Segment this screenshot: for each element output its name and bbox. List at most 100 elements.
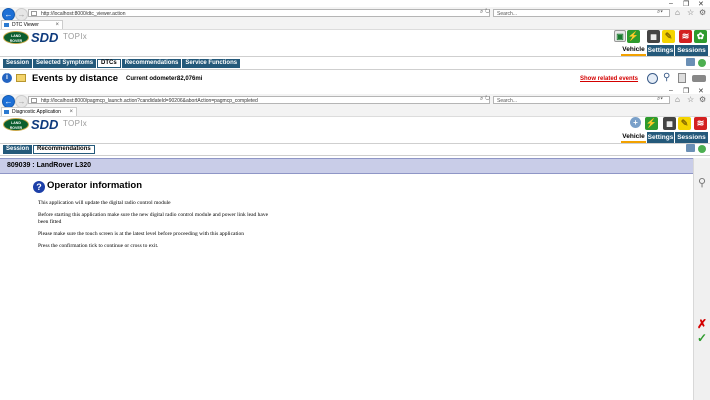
nav-selected-symptoms[interactable]: Selected Symptoms xyxy=(33,59,97,68)
operator-title: Operator information xyxy=(47,180,143,191)
land-rover-logo: LAND ROVER xyxy=(3,31,29,44)
tab-vehicle[interactable]: Vehicle xyxy=(621,45,646,56)
tab-sessions-2[interactable]: Sessions xyxy=(675,132,708,143)
minimize-button[interactable]: – xyxy=(669,0,673,7)
search-icon-2[interactable]: ⌕▾ xyxy=(657,96,663,103)
vehicle-header-band: 809039 : LandRover L320 xyxy=(0,158,693,174)
header-divider-2 xyxy=(0,143,710,144)
tab-title-2: Diagnostic Application xyxy=(12,109,61,115)
close-window-button-2[interactable]: ✕ xyxy=(698,87,704,95)
search-icon[interactable]: ⌕▾ xyxy=(657,9,663,16)
odometer-label: Current odometer: xyxy=(126,76,179,82)
maximize-button[interactable]: ❐ xyxy=(683,0,689,8)
cross-icon[interactable]: ✗ xyxy=(697,317,707,331)
tab-diagnostic-application[interactable]: Diagnostic Application × xyxy=(1,107,77,116)
sdd-logo: SDD xyxy=(31,30,59,45)
vehicle-connect-icon[interactable]: ⚡ xyxy=(627,30,640,43)
add-circle-icon[interactable]: + xyxy=(630,117,641,128)
nav-recommendations-2[interactable]: Recommendations xyxy=(33,145,95,154)
nav-session[interactable]: Session xyxy=(3,59,33,68)
vehicle-connect-icon-2[interactable]: ⚡ xyxy=(645,117,658,130)
tab-sessions[interactable]: Sessions xyxy=(675,45,708,56)
minimize-button-2[interactable]: – xyxy=(669,87,673,94)
tab-favicon-icon-2 xyxy=(4,110,9,114)
nav-divider xyxy=(0,69,710,70)
tab-settings[interactable]: Settings xyxy=(647,45,674,56)
help-ball-icon-2[interactable] xyxy=(698,145,706,153)
folder-icon[interactable] xyxy=(16,74,26,82)
toolbox-icon[interactable]: ▦ xyxy=(647,30,660,43)
vehicle-lift-icon[interactable] xyxy=(692,75,706,82)
tab-title: DTC Viewer xyxy=(12,22,39,28)
wrench-icon[interactable]: ⚲ xyxy=(698,176,706,189)
settings-gear-icon-2[interactable]: ⚙ xyxy=(699,95,706,104)
lower-nav-strip: Session Recommendations xyxy=(3,145,96,154)
notes-icon-2[interactable]: ✎ xyxy=(678,117,691,130)
tab-dtc-viewer[interactable]: DTC Viewer × xyxy=(1,20,63,29)
home-icon-2[interactable]: ⌂ xyxy=(675,95,680,104)
nav-service-functions[interactable]: Service Functions xyxy=(182,59,241,68)
browser-1-address-bar: ← → http://localhost:8000/dtc_viewer.act… xyxy=(0,7,710,21)
top-nav-strip: Session Selected Symptoms DTCs Recommend… xyxy=(3,59,241,68)
odometer-value: 82,076mi xyxy=(177,76,203,82)
camera-icon[interactable]: ▣ xyxy=(614,30,626,42)
favorites-icon-2[interactable]: ☆ xyxy=(687,95,694,104)
search-placeholder: Search... xyxy=(497,11,518,17)
vehicle-header: 809039 : LandRover L320 xyxy=(7,162,92,169)
tab-vehicle-2[interactable]: Vehicle xyxy=(621,132,646,143)
maximize-button-2[interactable]: ❐ xyxy=(683,87,689,95)
browser-1-tab-bar: DTC Viewer × xyxy=(0,20,710,30)
refresh-icon-2[interactable]: ⌕ ↻ xyxy=(480,96,490,103)
question-icon: ? xyxy=(33,181,45,193)
nav-recommendations[interactable]: Recommendations xyxy=(121,59,182,68)
header-divider xyxy=(0,56,710,57)
topix-label-2: TOPIx xyxy=(63,119,88,128)
nav-session-2[interactable]: Session xyxy=(3,145,33,154)
sdd-logo-2: SDD xyxy=(31,117,59,132)
search-input[interactable]: Search... xyxy=(493,9,670,17)
right-tool-bar: ⚲ ✗ ✓ xyxy=(693,158,710,400)
browser-2-address-bar: ← → http://localhost:8000/pagmcp_launch.… xyxy=(0,94,710,108)
sessions-icon[interactable]: ✿ xyxy=(694,30,707,43)
magnifier-icon[interactable]: ⚲ xyxy=(663,72,670,83)
url-text-2: http://localhost:8000/pagmcp_launch.acti… xyxy=(41,98,258,104)
refresh-icon[interactable]: ⌕ ↻ xyxy=(480,9,490,16)
close-window-button[interactable]: ✕ xyxy=(698,0,704,8)
document-icon[interactable] xyxy=(678,73,686,83)
help-ball-icon[interactable] xyxy=(698,59,706,67)
notes-icon[interactable]: ✎ xyxy=(662,30,675,43)
tick-icon[interactable]: ✓ xyxy=(697,331,707,345)
url-text: http://localhost:8000/dtc_viewer.action xyxy=(41,11,126,17)
feed-icon[interactable]: ≋ xyxy=(679,30,692,43)
toolbox-icon-2[interactable]: ▦ xyxy=(663,117,676,130)
print-icon-2[interactable] xyxy=(686,144,695,152)
page-icon xyxy=(31,11,37,16)
tab-favicon-icon xyxy=(4,23,9,27)
operator-paragraph-4: Press the confirmation tick to continue … xyxy=(38,243,159,249)
favorites-icon[interactable]: ☆ xyxy=(687,8,694,17)
page-icon-2 xyxy=(31,98,37,103)
search-placeholder-2: Search... xyxy=(497,98,518,104)
clock-icon[interactable] xyxy=(647,73,658,84)
tab-close-icon[interactable]: × xyxy=(55,21,59,29)
operator-paragraph-1: This application will update the digital… xyxy=(38,200,171,206)
show-related-events-link[interactable]: Show related events xyxy=(580,76,638,82)
feed-icon-2[interactable]: ≋ xyxy=(694,117,707,130)
topix-label: TOPIx xyxy=(63,32,88,41)
tab-close-icon-2[interactable]: × xyxy=(69,108,73,116)
print-icon[interactable] xyxy=(686,58,695,66)
info-icon[interactable]: i xyxy=(2,73,12,83)
url-field-2[interactable]: http://localhost:8000/pagmcp_launch.acti… xyxy=(28,96,490,104)
nav-divider-2 xyxy=(0,155,710,156)
operator-paragraph-2: Before starting this application make su… xyxy=(38,212,269,225)
tab-settings-2[interactable]: Settings xyxy=(647,132,674,143)
settings-gear-icon[interactable]: ⚙ xyxy=(699,8,706,17)
events-title: Events by distance xyxy=(32,73,119,84)
home-icon[interactable]: ⌂ xyxy=(675,8,680,17)
operator-paragraph-3: Please make sure the touch screen is at … xyxy=(38,231,245,237)
nav-dtcs[interactable]: DTCs xyxy=(97,59,121,68)
land-rover-logo-2: LAND ROVER xyxy=(3,118,29,131)
url-field[interactable]: http://localhost:8000/dtc_viewer.action xyxy=(28,9,490,17)
browser-2-tab-bar: Diagnostic Application × xyxy=(0,107,710,117)
search-input-2[interactable]: Search... xyxy=(493,96,670,104)
